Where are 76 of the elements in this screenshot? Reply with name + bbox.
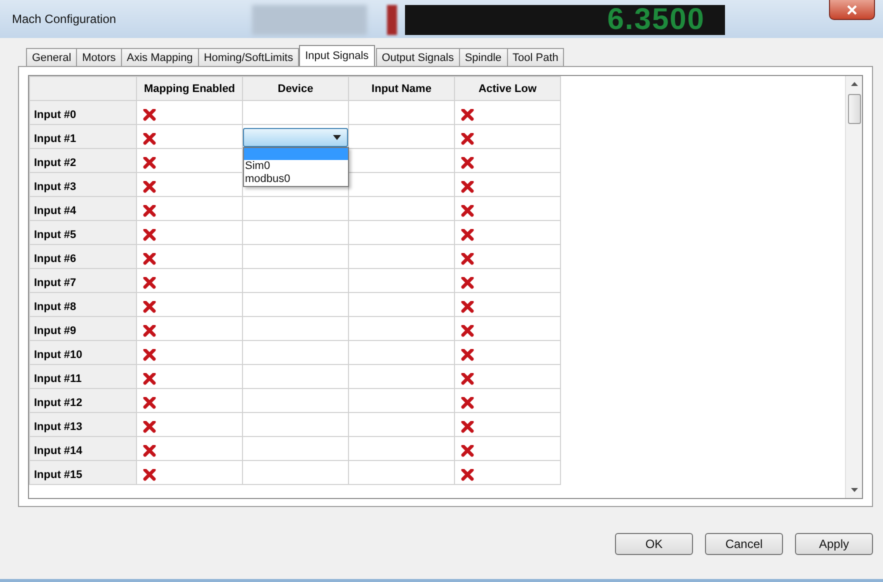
cross-icon[interactable] (461, 205, 474, 217)
dropdown-option[interactable]: Sim0 (244, 160, 348, 173)
vertical-scrollbar[interactable] (845, 76, 862, 498)
close-icon (846, 4, 858, 14)
row-header: Input #9 (30, 316, 136, 340)
cross-icon[interactable] (461, 181, 474, 193)
column-header: Input Name (348, 76, 454, 100)
cross-icon[interactable] (461, 253, 474, 265)
cross-icon[interactable] (461, 325, 474, 337)
row-header: Input #0 (30, 100, 136, 124)
cross-icon[interactable] (143, 445, 156, 457)
tab[interactable]: General (26, 48, 78, 66)
tab[interactable]: Tool Path (506, 48, 564, 66)
tab[interactable]: Homing/SoftLimits (198, 48, 300, 66)
dropdown-option[interactable]: modbus0 (244, 173, 348, 186)
row-header: Input #8 (30, 292, 136, 316)
cross-icon[interactable] (461, 277, 474, 289)
cross-icon[interactable] (143, 109, 156, 121)
column-header: Device (242, 76, 348, 100)
device-dropdown[interactable] (243, 128, 348, 147)
dialog-button[interactable]: Cancel (705, 533, 783, 555)
cross-icon[interactable] (143, 349, 156, 361)
cross-icon[interactable] (143, 325, 156, 337)
cross-icon[interactable] (461, 301, 474, 313)
close-button[interactable] (829, 0, 875, 20)
cross-icon[interactable] (143, 157, 156, 169)
cross-icon[interactable] (461, 373, 474, 385)
cross-icon[interactable] (461, 421, 474, 433)
cross-icon[interactable] (461, 349, 474, 361)
cross-icon[interactable] (143, 133, 156, 145)
tab[interactable]: Spindle (458, 48, 508, 66)
cross-icon[interactable] (143, 277, 156, 289)
cross-icon[interactable] (143, 253, 156, 265)
cross-icon[interactable] (143, 421, 156, 433)
scroll-up-icon[interactable] (850, 82, 858, 86)
cross-icon[interactable] (461, 133, 474, 145)
row-header: Input #11 (30, 364, 136, 388)
cross-icon[interactable] (461, 157, 474, 169)
blurred-background-bar (387, 5, 397, 35)
cross-icon[interactable] (461, 109, 474, 121)
cross-icon[interactable] (461, 397, 474, 409)
cross-icon[interactable] (461, 445, 474, 457)
dialog-button[interactable]: Apply (795, 533, 873, 555)
cross-icon[interactable] (143, 469, 156, 481)
column-header: Mapping Enabled (136, 76, 242, 100)
row-header: Input #6 (30, 244, 136, 268)
row-header: Input #3 (30, 172, 136, 196)
cross-icon[interactable] (143, 205, 156, 217)
dialog-button[interactable]: OK (615, 533, 693, 555)
row-header: Input #4 (30, 196, 136, 220)
background-display: 6.3500 (405, 5, 725, 35)
caret-icon (333, 135, 341, 140)
row-header: Input #13 (30, 412, 136, 436)
tab[interactable]: Motors (76, 48, 122, 66)
row-header: Input #1 (30, 124, 136, 148)
row-header: Input #7 (30, 268, 136, 292)
cross-icon[interactable] (143, 301, 156, 313)
cross-icon[interactable] (143, 181, 156, 193)
row-header: Input #14 (30, 436, 136, 460)
column-header: Active Low (454, 76, 560, 100)
cross-icon[interactable] (461, 229, 474, 241)
tab[interactable]: Output Signals (376, 48, 460, 66)
cross-icon[interactable] (461, 469, 474, 481)
window-title: Mach Configuration (11, 12, 118, 26)
scroll-thumb[interactable] (848, 94, 860, 124)
row-header: Input #2 (30, 148, 136, 172)
row-header: Input #5 (30, 220, 136, 244)
tab[interactable]: Input Signals (299, 45, 375, 66)
scroll-down-icon[interactable] (850, 488, 858, 492)
row-header: Input #10 (30, 340, 136, 364)
cross-icon[interactable] (143, 229, 156, 241)
cross-icon[interactable] (143, 397, 156, 409)
row-header: Input #15 (30, 460, 136, 484)
cross-icon[interactable] (143, 373, 156, 385)
row-header: Input #12 (30, 388, 136, 412)
tab[interactable]: Axis Mapping (120, 48, 199, 66)
